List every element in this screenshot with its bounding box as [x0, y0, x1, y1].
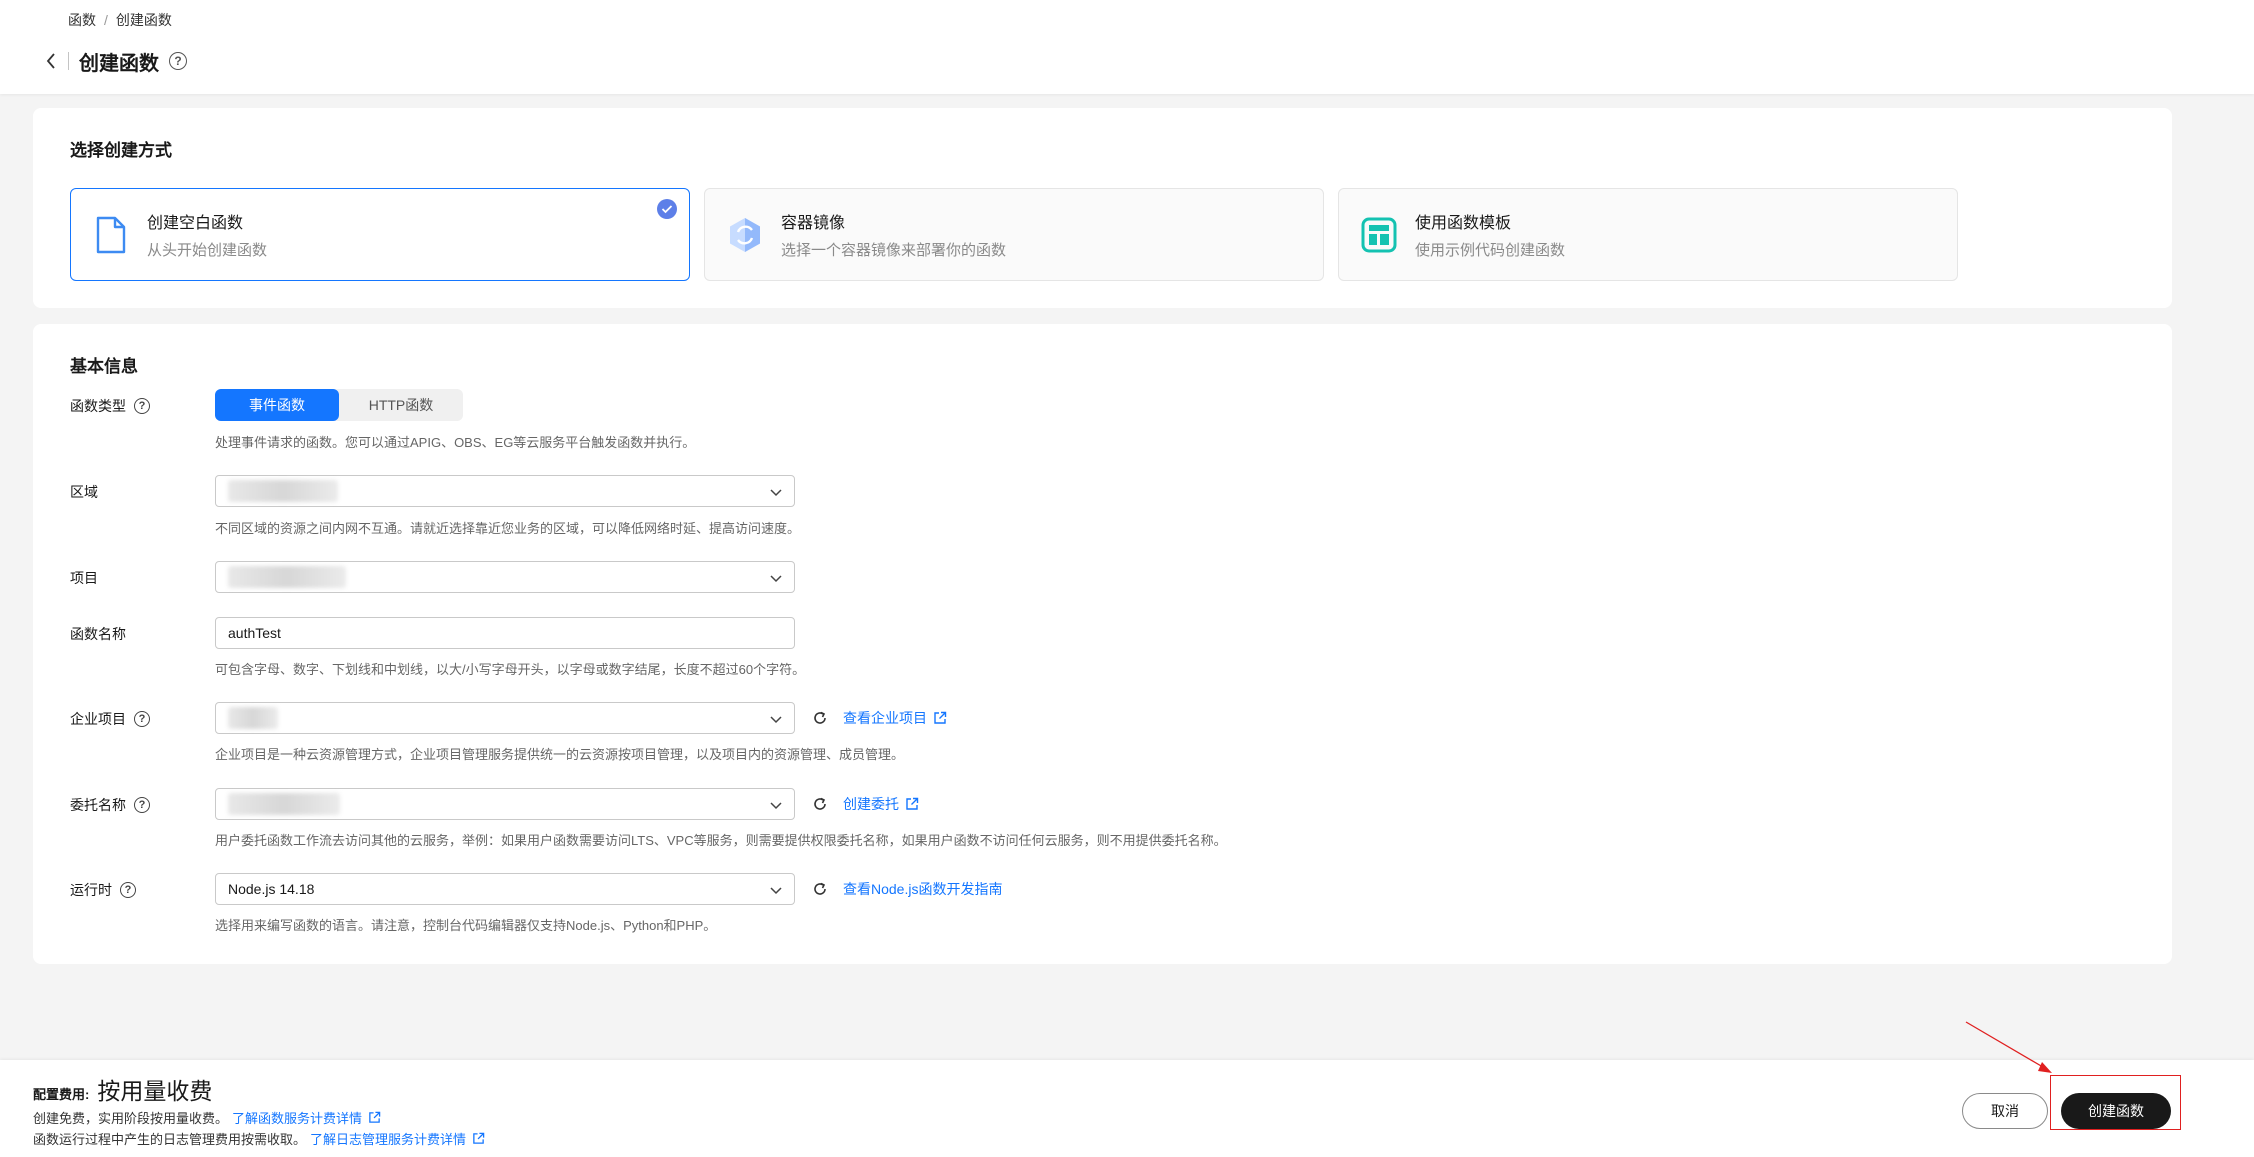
fee-line-2-text: 函数运行过程中产生的日志管理费用按需收取。: [33, 1132, 307, 1147]
event-function-tab[interactable]: 事件函数: [215, 389, 339, 421]
footer-bar: 配置费用: 按用量收费 创建免费，实用阶段按用量收费。 了解函数服务计费详情 函…: [0, 1060, 2254, 1157]
runtime-label: 运行时 ?: [70, 880, 136, 900]
back-button[interactable]: [40, 46, 62, 76]
create-function-button[interactable]: 创建函数: [2061, 1093, 2171, 1129]
create-agency-link[interactable]: 创建委托: [843, 794, 919, 814]
refresh-icon[interactable]: [811, 880, 829, 898]
external-link-icon: [369, 1111, 381, 1123]
page-header: 函数 / 创建函数 创建函数 ?: [0, 0, 2254, 94]
external-link-icon: [934, 711, 947, 724]
runtime-hint: 选择用来编写函数的语言。请注意，控制台代码编辑器仅支持Node.js、Pytho…: [215, 918, 717, 933]
function-type-hint: 处理事件请求的函数。您可以通过APIG、OBS、EG等云服务平台触发函数并执行。: [215, 435, 696, 450]
redacted-value: [228, 566, 346, 588]
agency-actions: 创建委托: [811, 788, 919, 820]
function-billing-link[interactable]: 了解函数服务计费详情: [232, 1108, 381, 1127]
external-link-icon: [473, 1132, 485, 1144]
template-icon: [1359, 215, 1399, 255]
breadcrumb: 函数 / 创建函数: [68, 10, 172, 30]
help-icon[interactable]: ?: [134, 398, 150, 414]
function-name-input[interactable]: [215, 617, 795, 649]
runtime-label-text: 运行时: [70, 882, 112, 898]
external-link-icon: [906, 797, 919, 810]
project-label: 项目: [70, 570, 98, 586]
create-agency-text: 创建委托: [843, 796, 899, 812]
fee-line-1: 创建免费，实用阶段按用量收费。 了解函数服务计费详情: [33, 1108, 381, 1127]
runtime-select[interactable]: Node.js 14.18: [215, 873, 795, 905]
breadcrumb-separator: /: [104, 12, 108, 28]
agency-hint: 用户委托函数工作流去访问其他的云服务，举例：如果用户函数需要访问LTS、VPC等…: [215, 833, 1227, 848]
fee-value: 按用量收费: [97, 1078, 213, 1104]
function-type-label: 函数类型 ?: [70, 396, 150, 416]
cancel-button[interactable]: 取消: [1962, 1093, 2048, 1129]
creation-method-title: 选择创建方式: [70, 141, 172, 160]
enterprise-project-select[interactable]: [215, 702, 795, 734]
enterprise-project-label-text: 企业项目: [70, 711, 126, 727]
option-function-template[interactable]: 使用函数模板 使用示例代码创建函数: [1338, 188, 1958, 281]
help-icon[interactable]: ?: [169, 52, 187, 70]
agency-label: 委托名称 ?: [70, 795, 150, 815]
check-icon: [657, 199, 677, 219]
breadcrumb-functions-link[interactable]: 函数: [68, 10, 96, 30]
option-name: 容器镜像: [781, 215, 846, 232]
log-billing-link-text: 了解日志管理服务计费详情: [310, 1132, 467, 1147]
fee-summary: 配置费用: 按用量收费: [33, 1072, 212, 1106]
breadcrumb-current: 创建函数: [115, 12, 172, 28]
chevron-left-icon: [46, 53, 55, 69]
region-select[interactable]: [215, 475, 795, 507]
basic-info-card: 基本信息 函数类型 ? 事件函数 HTTP函数 处理事件请求的函数。您可以通过A…: [33, 324, 2172, 964]
fee-line-2: 函数运行过程中产生的日志管理费用按需收取。 了解日志管理服务计费详情: [33, 1129, 485, 1148]
file-icon: [91, 215, 131, 255]
option-desc: 使用示例代码创建函数: [1415, 242, 1566, 259]
enterprise-project-label: 企业项目 ?: [70, 709, 150, 729]
view-enterprise-project-link[interactable]: 查看企业项目: [843, 708, 947, 728]
chevron-down-icon: [770, 887, 782, 895]
fee-label: 配置费用:: [33, 1087, 90, 1102]
agency-label-text: 委托名称: [70, 797, 126, 813]
help-icon[interactable]: ?: [120, 882, 136, 898]
container-icon: [725, 215, 765, 255]
agency-select[interactable]: [215, 788, 795, 820]
option-desc: 从头开始创建函数: [147, 242, 268, 259]
log-billing-link[interactable]: 了解日志管理服务计费详情: [310, 1129, 485, 1148]
option-name: 创建空白函数: [147, 215, 244, 232]
help-icon[interactable]: ?: [134, 797, 150, 813]
function-type-label-text: 函数类型: [70, 398, 126, 414]
chevron-down-icon: [770, 802, 782, 810]
creation-method-card: 选择创建方式 创建空白函数 从头开始创建函数 容器镜像 选择一个容器镜像来部署你…: [33, 108, 2172, 308]
option-name: 使用函数模板: [1415, 215, 1512, 232]
title-divider: [68, 52, 69, 70]
refresh-icon[interactable]: [811, 795, 829, 813]
region-hint: 不同区域的资源之间内网不互通。请就近选择靠近您业务的区域，可以降低网络时延、提高…: [215, 521, 801, 536]
http-function-tab[interactable]: HTTP函数: [339, 389, 463, 421]
fee-line-1-text: 创建免费，实用阶段按用量收费。: [33, 1111, 229, 1126]
basic-info-title: 基本信息: [70, 357, 138, 376]
title-row: 创建函数 ?: [40, 44, 187, 78]
option-desc: 选择一个容器镜像来部署你的函数: [781, 242, 1007, 259]
function-name-hint: 可包含字母、数字、下划线和中划线，以大/小写字母开头，以字母或数字结尾，长度不超…: [215, 662, 806, 677]
option-blank-function[interactable]: 创建空白函数 从头开始创建函数: [70, 188, 690, 281]
function-type-toggle: 事件函数 HTTP函数: [215, 389, 463, 421]
enterprise-project-actions: 查看企业项目: [811, 702, 947, 734]
redacted-value: [228, 480, 338, 502]
chevron-down-icon: [770, 716, 782, 724]
chevron-down-icon: [770, 575, 782, 583]
chevron-down-icon: [770, 489, 782, 497]
nodejs-guide-link[interactable]: 查看Node.js函数开发指南: [843, 879, 1002, 899]
function-name-label: 函数名称: [70, 626, 126, 642]
runtime-actions: 查看Node.js函数开发指南: [811, 873, 1002, 905]
region-label: 区域: [70, 484, 98, 500]
page-title: 创建函数: [79, 52, 159, 75]
redacted-value: [228, 793, 340, 815]
function-billing-link-text: 了解函数服务计费详情: [232, 1111, 363, 1126]
enterprise-project-hint: 企业项目是一种云资源管理方式，企业项目管理服务提供统一的云资源按项目管理，以及项…: [215, 747, 905, 762]
help-icon[interactable]: ?: [134, 711, 150, 727]
redacted-value: [228, 707, 278, 729]
runtime-value: Node.js 14.18: [228, 881, 315, 897]
view-enterprise-project-text: 查看企业项目: [843, 710, 927, 726]
refresh-icon[interactable]: [811, 709, 829, 727]
project-select[interactable]: [215, 561, 795, 593]
option-container-image[interactable]: 容器镜像 选择一个容器镜像来部署你的函数: [704, 188, 1324, 281]
